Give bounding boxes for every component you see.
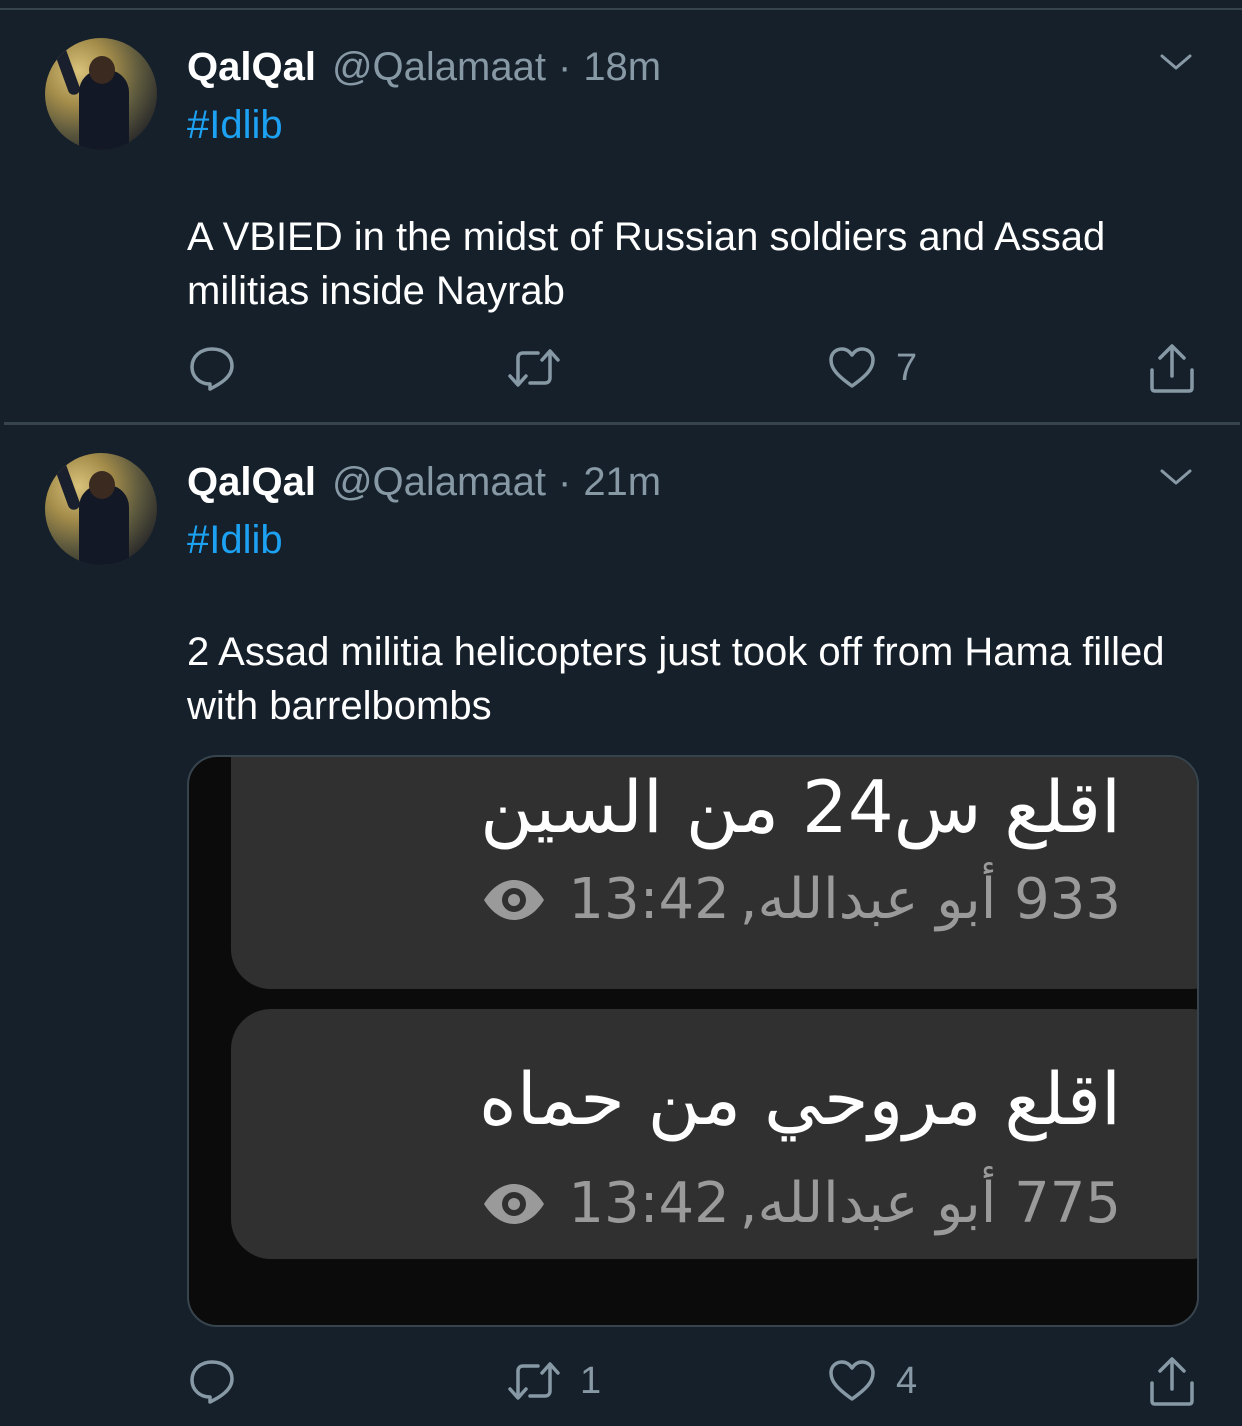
message-meta: 13:42 933 أبو عبدالله, bbox=[482, 867, 1121, 932]
tweet-actions: 7 bbox=[0, 343, 1242, 393]
author-handle[interactable]: @Qalamaat bbox=[332, 460, 546, 505]
heart-icon bbox=[829, 1360, 875, 1401]
like-button[interactable]: 4 bbox=[828, 1356, 917, 1406]
tweet[interactable]: QalQal @Qalamaat · 21m #Idlib 2 Assad mi… bbox=[0, 425, 1242, 1425]
reply-button[interactable] bbox=[188, 1356, 256, 1406]
message-meta: 13:42 775 أبو عبدالله, bbox=[482, 1171, 1121, 1236]
like-count: 4 bbox=[896, 1359, 918, 1402]
avatar[interactable] bbox=[45, 38, 157, 150]
retweet-button[interactable] bbox=[508, 343, 580, 393]
message-text: اقلع مروحي من حماه bbox=[479, 1057, 1121, 1141]
message-sender: 933 أبو عبدالله, bbox=[739, 867, 1121, 932]
share-button[interactable] bbox=[1148, 1356, 1196, 1406]
tweet-header: QalQal @Qalamaat · 18m bbox=[187, 42, 661, 92]
author-handle[interactable]: @Qalamaat bbox=[332, 45, 546, 90]
chevron-down-icon[interactable] bbox=[1158, 50, 1194, 74]
retweet-icon bbox=[508, 1362, 560, 1400]
message-time: 13:42 bbox=[568, 867, 730, 932]
tweet-media-image[interactable]: اقلع س24 من السين 13:42 933 أبو عبدالله,… bbox=[187, 755, 1199, 1327]
share-icon bbox=[1150, 1357, 1194, 1406]
tweet-text: A VBIED in the midst of Russian soldiers… bbox=[187, 215, 1106, 313]
author-name[interactable]: QalQal bbox=[187, 45, 316, 90]
reply-icon bbox=[190, 1360, 234, 1404]
tweet-header: QalQal @Qalamaat · 21m bbox=[187, 457, 661, 507]
hashtag-link[interactable]: #Idlib bbox=[187, 103, 283, 148]
share-icon bbox=[1150, 344, 1194, 393]
tweet-text: 2 Assad militia helicopters just took of… bbox=[187, 630, 1165, 728]
like-button[interactable]: 7 bbox=[828, 343, 917, 393]
timestamp[interactable]: 21m bbox=[583, 460, 661, 505]
separator: · bbox=[557, 459, 572, 504]
separator: · bbox=[557, 44, 572, 89]
like-count: 7 bbox=[896, 346, 918, 389]
hashtag-link[interactable]: #Idlib bbox=[187, 518, 283, 563]
heart-icon bbox=[829, 347, 875, 388]
tweet-actions: 1 4 bbox=[0, 1356, 1242, 1406]
message-time: 13:42 bbox=[568, 1171, 730, 1236]
reply-icon bbox=[190, 347, 234, 391]
message-bubble: اقلع مروحي من حماه 13:42 775 أبو عبدالله… bbox=[231, 1009, 1197, 1259]
eye-icon bbox=[484, 1183, 545, 1224]
author-name[interactable]: QalQal bbox=[187, 460, 316, 505]
retweet-button[interactable]: 1 bbox=[508, 1356, 601, 1406]
chevron-down-icon[interactable] bbox=[1158, 465, 1194, 489]
message-bubble: اقلع س24 من السين 13:42 933 أبو عبدالله, bbox=[231, 757, 1197, 989]
tweet[interactable]: QalQal @Qalamaat · 18m #Idlib A VBIED in… bbox=[0, 10, 1242, 422]
share-button[interactable] bbox=[1148, 343, 1196, 393]
message-text: اقلع س24 من السين bbox=[480, 765, 1121, 849]
retweet-count: 1 bbox=[580, 1359, 602, 1402]
avatar[interactable] bbox=[45, 453, 157, 565]
retweet-icon bbox=[508, 349, 560, 387]
eye-icon bbox=[484, 879, 545, 920]
reply-button[interactable] bbox=[188, 343, 256, 393]
timestamp[interactable]: 18m bbox=[583, 45, 661, 90]
message-sender: 775 أبو عبدالله, bbox=[739, 1171, 1121, 1236]
